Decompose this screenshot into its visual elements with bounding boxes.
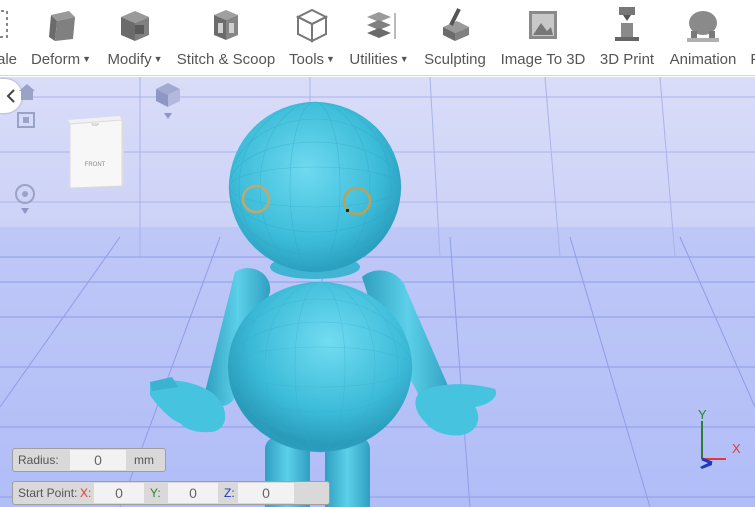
start-point-field-group: Start Point: X: Y: Z: [12, 481, 330, 505]
utilities-icon [367, 12, 396, 39]
chevron-left-icon [6, 89, 15, 103]
chevron-down-icon: ▼ [399, 54, 409, 64]
orbit-icon[interactable] [12, 182, 38, 216]
toolbar-label-3d-print: 3D Print [599, 51, 655, 68]
toolbar-item-scale[interactable]: ale [0, 0, 20, 76]
toolbar-label-image-to-3d: Image To 3D [500, 51, 586, 68]
model-body [228, 282, 412, 452]
radius-unit: mm [134, 453, 154, 467]
start-point-z-input[interactable] [238, 483, 294, 503]
toolbar-item-animation[interactable]: Animation [664, 0, 742, 76]
radius-field-group: Radius: mm [12, 448, 166, 472]
modify-icon [121, 11, 149, 41]
view-cube-front-label: FRONT [85, 162, 106, 168]
scale-icon [0, 10, 8, 38]
toolbar-item-utilities[interactable]: Utilities ▼ [346, 0, 412, 76]
axis-y-label: Y [698, 407, 707, 422]
radius-label: Radius: [18, 453, 59, 467]
view-orientation-icon[interactable] [154, 81, 182, 121]
image-to-3d-icon [529, 11, 557, 39]
main-toolbar: ale Deform ▼ Modify ▼ Stitch & Scoop Too… [0, 0, 755, 76]
fit-view-icon[interactable] [16, 111, 36, 129]
toolbar-label-utilities: Utilities [349, 51, 398, 68]
toolbar-label-deform: Deform [30, 51, 81, 68]
toolbar-label-tools: Tools [289, 51, 325, 68]
chevron-down-icon: ▼ [153, 54, 163, 64]
toolbar-label-next: F [750, 51, 755, 68]
deform-icon [49, 11, 75, 41]
toolbar-label-scale: ale [0, 51, 18, 68]
radius-input[interactable] [70, 450, 126, 470]
chevron-down-icon: ▼ [326, 54, 335, 64]
start-point-x-input[interactable] [94, 483, 144, 503]
toolbar-label-modify: Modify [107, 51, 152, 68]
toolbar-item-next[interactable]: F [748, 0, 755, 76]
start-point-y-input[interactable] [168, 483, 218, 503]
toolbar-label-animation: Animation [669, 51, 737, 68]
toolbar-item-stitch-scoop[interactable]: Stitch & Scoop [176, 0, 276, 76]
brush-cursor [346, 209, 349, 212]
toolbar-item-sculpting[interactable]: Sculpting [420, 0, 490, 76]
tools-icon [295, 8, 329, 43]
axis-gizmo: Y X [698, 407, 741, 469]
sculpting-icon [443, 8, 469, 41]
home-icon[interactable] [18, 83, 36, 101]
toolbar-item-modify[interactable]: Modify ▼ [104, 0, 166, 76]
3d-viewport[interactable]: TOP FRONT Y X Radius: mm Start Point: X:… [0, 77, 755, 507]
stitch-scoop-icon [214, 10, 238, 40]
start-point-y-label: Y: [150, 486, 161, 500]
toolbar-item-3d-print[interactable]: 3D Print [596, 0, 658, 76]
toolbar-label-sculpting: Sculpting [424, 51, 486, 68]
view-cube-top-label: TOP [91, 122, 99, 127]
toolbar-label-stitch-scoop: Stitch & Scoop [176, 51, 276, 68]
toolbar-item-image-to-3d[interactable]: Image To 3D [496, 0, 590, 76]
axis-x-label: X [732, 441, 741, 456]
chevron-down-icon: ▼ [82, 54, 92, 64]
toolbar-item-tools[interactable]: Tools ▼ [286, 0, 338, 76]
3d-print-icon [615, 7, 639, 41]
view-cube[interactable]: TOP FRONT [66, 114, 124, 190]
toolbar-item-deform[interactable]: Deform ▼ [28, 0, 94, 76]
start-point-label: Start Point: [18, 486, 78, 500]
animation-icon [687, 11, 719, 42]
start-point-x-label: X: [80, 486, 92, 500]
start-point-z-label: Z: [224, 486, 235, 500]
